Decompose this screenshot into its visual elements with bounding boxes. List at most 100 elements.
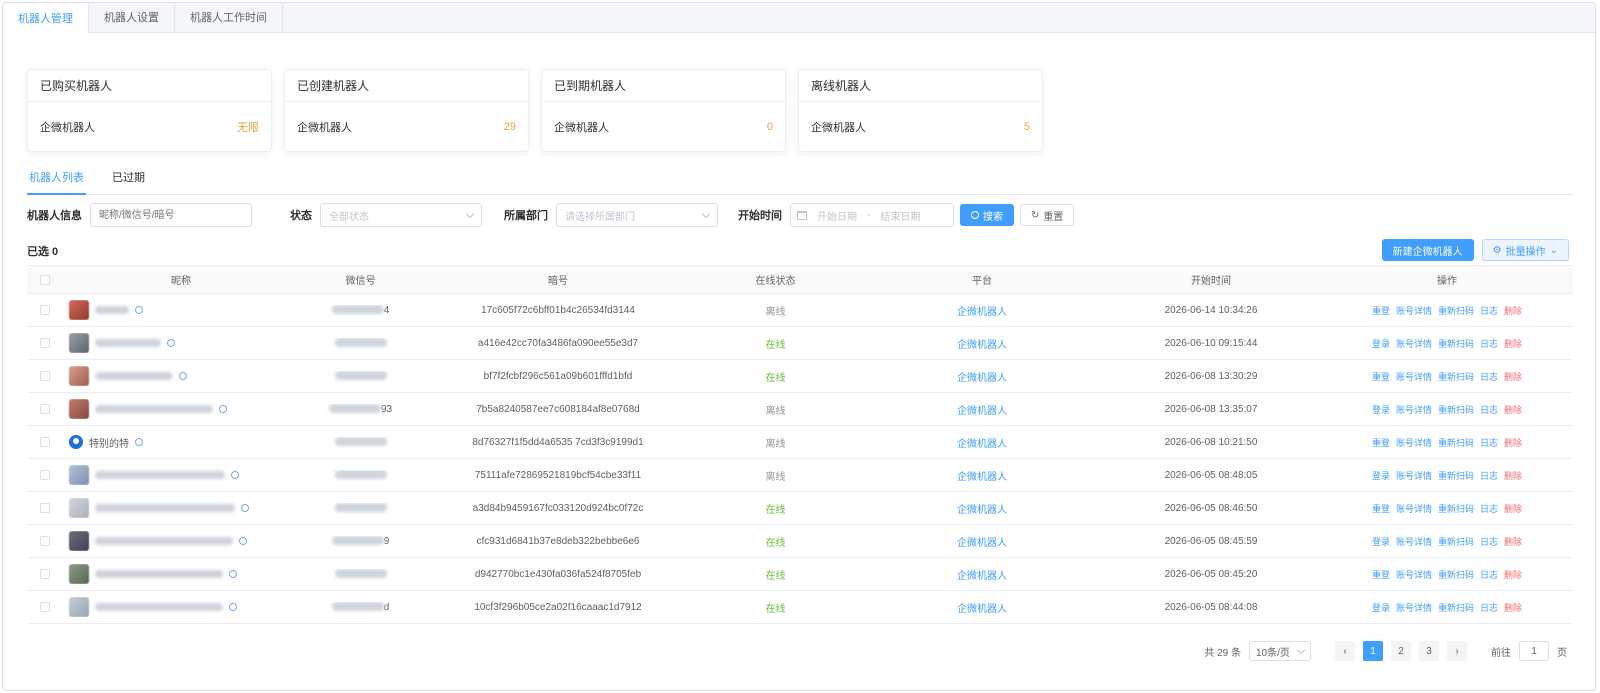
tab-robot-list[interactable]: 机器人列表 [27, 167, 86, 195]
row-checkbox[interactable] [40, 338, 50, 348]
platform-link[interactable]: 企微机器人 [863, 600, 1101, 615]
rescan-link[interactable]: 重新扫码 [1438, 304, 1474, 317]
account-details-link[interactable]: 账号详情 [1396, 337, 1432, 350]
page-size-select[interactable]: 10条/页 [1249, 641, 1311, 661]
tab-robot-settings[interactable]: 机器人设置 [89, 3, 175, 32]
rescan-link[interactable]: 重新扫码 [1438, 370, 1474, 383]
log-link[interactable]: 日志 [1480, 370, 1498, 383]
search-button[interactable]: 搜索 [960, 204, 1014, 226]
row-checkbox[interactable] [40, 536, 50, 546]
reset-button[interactable]: ↻ 重置 [1020, 204, 1075, 226]
status-select[interactable]: 全部状态 [320, 203, 482, 227]
rescan-link[interactable]: 重新扫码 [1438, 469, 1474, 482]
account-details-link[interactable]: 账号详情 [1396, 469, 1432, 482]
delete-link[interactable]: 删除 [1504, 601, 1522, 614]
start-time-cell: 2026-06-10 09:15:44 [1164, 337, 1258, 349]
delete-link[interactable]: 删除 [1504, 403, 1522, 416]
sync-icon [179, 372, 187, 380]
log-link[interactable]: 日志 [1480, 535, 1498, 548]
account-details-link[interactable]: 账号详情 [1396, 403, 1432, 416]
log-link[interactable]: 日志 [1480, 403, 1498, 416]
tab-robot-work-time[interactable]: 机器人工作时间 [175, 3, 283, 32]
account-details-link[interactable]: 账号详情 [1396, 436, 1432, 449]
goto-page-input[interactable] [1519, 641, 1549, 661]
prev-page-button[interactable]: ‹ [1335, 641, 1355, 661]
rescan-link[interactable]: 重新扫码 [1438, 568, 1474, 581]
row-checkbox[interactable] [40, 305, 50, 315]
platform-link[interactable]: 企微机器人 [863, 468, 1101, 483]
log-link[interactable]: 日志 [1480, 337, 1498, 350]
row-checkbox[interactable] [40, 437, 50, 447]
delete-link[interactable]: 删除 [1504, 568, 1522, 581]
login-link[interactable]: 重登 [1372, 304, 1390, 317]
account-details-link[interactable]: 账号详情 [1396, 502, 1432, 515]
log-link[interactable]: 日志 [1480, 304, 1498, 317]
login-link[interactable]: 登录 [1372, 469, 1390, 482]
log-link[interactable]: 日志 [1480, 502, 1498, 515]
page-1-button[interactable]: 1 [1363, 641, 1383, 661]
login-link[interactable]: 登录 [1372, 535, 1390, 548]
sync-icon [241, 504, 249, 512]
row-checkbox[interactable] [40, 404, 50, 414]
row-checkbox[interactable] [40, 371, 50, 381]
row-checkbox[interactable] [40, 503, 50, 513]
platform-link[interactable]: 企微机器人 [863, 534, 1101, 549]
platform-link[interactable]: 企微机器人 [863, 501, 1101, 516]
platform-link[interactable]: 企微机器人 [863, 303, 1101, 318]
robot-info-input[interactable] [90, 203, 252, 227]
dept-select[interactable]: 请选择所属部门 [556, 203, 718, 227]
date-range-picker[interactable]: 开始日期 - 结束日期 [790, 203, 954, 227]
tab-robot-management[interactable]: 机器人管理 [3, 3, 89, 33]
wechat-id-suffix: 4 [383, 304, 390, 316]
login-link[interactable]: 登录 [1372, 601, 1390, 614]
login-link[interactable]: 登录 [1372, 337, 1390, 350]
rescan-link[interactable]: 重新扫码 [1438, 601, 1474, 614]
avatar [69, 531, 89, 551]
rescan-link[interactable]: 重新扫码 [1438, 337, 1474, 350]
login-link[interactable]: 重登 [1372, 502, 1390, 515]
row-checkbox[interactable] [40, 470, 50, 480]
row-checkbox[interactable] [40, 602, 50, 612]
login-link[interactable]: 重登 [1372, 370, 1390, 383]
account-details-link[interactable]: 账号详情 [1396, 370, 1432, 383]
operations-cell: 登录 账号详情 重新扫码 日志 删除 [1321, 469, 1573, 482]
page-2-button[interactable]: 2 [1391, 641, 1411, 661]
delete-link[interactable]: 删除 [1504, 535, 1522, 548]
log-link[interactable]: 日志 [1480, 568, 1498, 581]
delete-link[interactable]: 删除 [1504, 337, 1522, 350]
platform-link[interactable]: 企微机器人 [863, 369, 1101, 384]
batch-actions-dropdown[interactable]: ⚙ 批量操作 ⌄ [1481, 239, 1569, 261]
log-link[interactable]: 日志 [1480, 436, 1498, 449]
platform-link[interactable]: 企微机器人 [863, 567, 1101, 582]
log-link[interactable]: 日志 [1480, 601, 1498, 614]
account-details-link[interactable]: 账号详情 [1396, 535, 1432, 548]
account-details-link[interactable]: 账号详情 [1396, 568, 1432, 581]
rescan-link[interactable]: 重新扫码 [1438, 403, 1474, 416]
rescan-link[interactable]: 重新扫码 [1438, 535, 1474, 548]
delete-link[interactable]: 删除 [1504, 370, 1522, 383]
delete-link[interactable]: 删除 [1504, 436, 1522, 449]
row-checkbox[interactable] [40, 569, 50, 579]
sync-icon [239, 537, 247, 545]
add-robot-button[interactable]: 新建企微机器人 [1381, 239, 1474, 261]
rescan-link[interactable]: 重新扫码 [1438, 502, 1474, 515]
platform-link[interactable]: 企微机器人 [863, 435, 1101, 450]
tab-expired[interactable]: 已过期 [110, 167, 147, 195]
login-link[interactable]: 重登 [1372, 436, 1390, 449]
select-all-checkbox[interactable] [40, 274, 50, 285]
rescan-link[interactable]: 重新扫码 [1438, 436, 1474, 449]
page-3-button[interactable]: 3 [1419, 641, 1439, 661]
login-link[interactable]: 登录 [1372, 403, 1390, 416]
account-details-link[interactable]: 账号详情 [1396, 304, 1432, 317]
log-link[interactable]: 日志 [1480, 469, 1498, 482]
row-checkbox-cell [27, 305, 63, 315]
account-details-link[interactable]: 账号详情 [1396, 601, 1432, 614]
platform-link[interactable]: 企微机器人 [863, 336, 1101, 351]
platform-link[interactable]: 企微机器人 [863, 402, 1101, 417]
delete-link[interactable]: 删除 [1504, 469, 1522, 482]
operations-cell: 登录 账号详情 重新扫码 日志 删除 [1321, 403, 1573, 416]
delete-link[interactable]: 删除 [1504, 502, 1522, 515]
next-page-button[interactable]: › [1447, 641, 1467, 661]
login-link[interactable]: 重登 [1372, 568, 1390, 581]
delete-link[interactable]: 删除 [1504, 304, 1522, 317]
